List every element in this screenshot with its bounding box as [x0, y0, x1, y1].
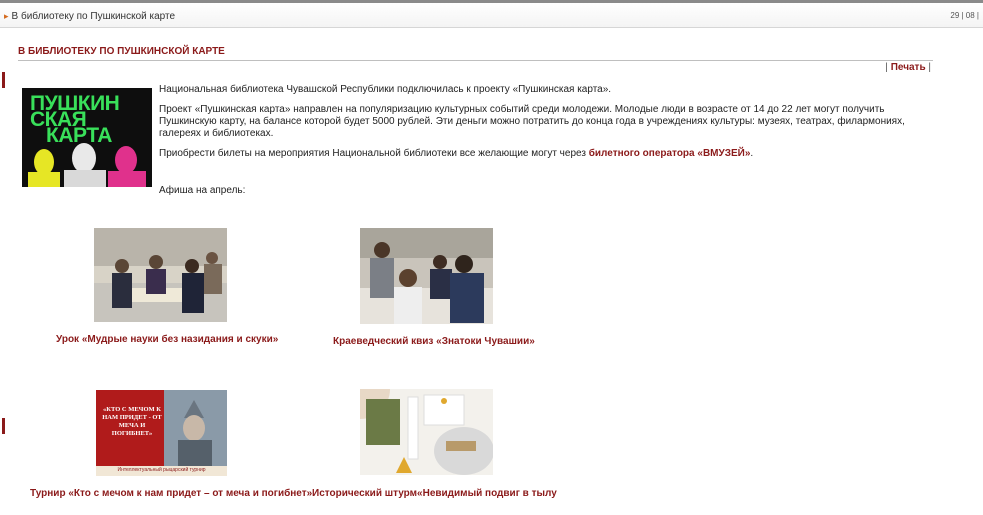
event-photo [94, 228, 227, 322]
event-caption-history[interactable]: Исторический штурм«Невидимый подвиг в ты… [312, 488, 557, 499]
knight-illustration [96, 390, 227, 476]
print-link[interactable]: | Печать | [885, 62, 931, 73]
intro-text: Национальная библиотека Чувашской Респуб… [159, 84, 939, 168]
event-caption-tournament[interactable]: Турнир «Кто с мечом к нам придет – от ме… [30, 488, 312, 499]
hero-busts [28, 143, 146, 187]
tickets-paragraph: Приобрести билеты на мероприятия Национа… [159, 148, 939, 160]
event-caption-lesson[interactable]: Урок «Мудрые науки без назидания и скуки… [56, 334, 278, 345]
event-image-tournament[interactable]: «КТО С МЕЧОМ К НАМ ПРИДЕТ - ОТ МЕЧА И ПО… [96, 390, 227, 476]
event-collage [360, 389, 493, 475]
pushkin-card-logo: ПУШКИН СКАЯ КАРТА [22, 88, 152, 187]
intro-paragraph: Проект «Пушкинская карта» направлен на п… [159, 104, 905, 139]
side-marker [2, 418, 5, 434]
tickets-text: Приобрести билеты на мероприятия Национа… [159, 148, 589, 159]
event-image-history[interactable] [360, 389, 493, 475]
breadcrumb: ▸ В библиотеку по Пушкинской карте [4, 11, 175, 22]
header-date: 29 | 08 | [950, 11, 979, 20]
event-image-lesson[interactable] [94, 228, 227, 322]
ticket-operator-link[interactable]: билетного оператора «ВМУЗЕЙ» [589, 148, 751, 159]
tickets-end: . [750, 148, 754, 159]
event-photo [360, 228, 493, 324]
page-title: В БИБЛИОТЕКУ ПО ПУШКИНСКОЙ КАРТЕ [18, 46, 933, 61]
top-bar: ▸ В библиотеку по Пушкинской карте 29 | 0… [0, 0, 983, 28]
breadcrumb-arrow-icon: ▸ [4, 11, 9, 21]
afisha-label: Афиша на апрель: [159, 185, 246, 196]
event-caption-quiz[interactable]: Краеведческий квиз «Знатоки Чувашии» [333, 336, 535, 347]
print-label[interactable]: Печать [891, 62, 926, 73]
poster-subtitle: Интеллектуальный рыцарский турнир [117, 467, 206, 473]
side-marker [2, 72, 5, 88]
intro-paragraph: Национальная библиотека Чувашской Респуб… [159, 84, 612, 95]
event-image-quiz[interactable] [360, 228, 493, 324]
breadcrumb-current[interactable]: В библиотеку по Пушкинской карте [12, 11, 176, 22]
